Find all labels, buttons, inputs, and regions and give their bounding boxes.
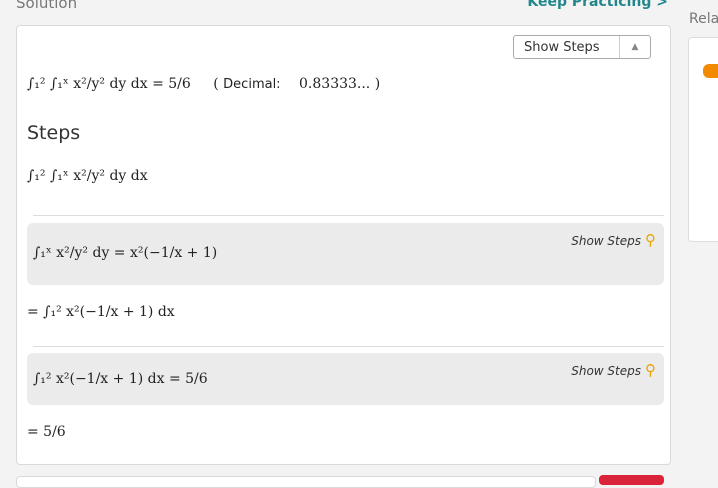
bottom-input[interactable] (16, 476, 596, 488)
key-icon: ⚲ (645, 361, 656, 379)
step-3-math: ∫₁² x²(−1/x + 1) dx = 5/6 (33, 371, 208, 387)
divider (33, 215, 664, 216)
related-heading: Rela (689, 11, 718, 27)
show-steps-select[interactable]: Show Steps ▲ (513, 35, 651, 59)
show-steps-select-value: Show Steps (524, 40, 600, 55)
blogger-icon[interactable] (703, 64, 718, 78)
show-steps-link-2-label: Show Steps (571, 364, 641, 378)
result-row: ∫₁² ∫₁ˣ x²/y² dy dx = 5/6 ( Decimal: 0.8… (27, 76, 380, 92)
related-card (688, 37, 718, 242)
solution-card: Show Steps ▲ ∫₁² ∫₁ˣ x²/y² dy dx = 5/6 (… (16, 25, 671, 465)
steps-expression: ∫₁² ∫₁ˣ x²/y² dy dx (27, 168, 148, 184)
decimal-close-paren: ) (374, 76, 381, 92)
chevron-up-down-icon: ▲ (619, 36, 650, 58)
divider (33, 346, 664, 347)
keep-practicing-link[interactable]: Keep Practicing > (527, 0, 668, 10)
key-icon: ⚲ (645, 231, 656, 249)
decimal-open-paren: ( (213, 76, 219, 92)
step-1-math: ∫₁ˣ x²/y² dy = x²(−1/x + 1) (33, 245, 218, 261)
section-title: Solution (16, 0, 78, 12)
decimal-value: 0.83333... (299, 76, 371, 92)
show-steps-link-1[interactable]: Show Steps ⚲ (571, 231, 656, 249)
step-2: = ∫₁² x²(−1/x + 1) dx (27, 304, 175, 320)
bottom-button[interactable] (599, 475, 664, 485)
decimal-label: Decimal: (223, 77, 281, 92)
step-block-1: ∫₁ˣ x²/y² dy = x²(−1/x + 1) Show Steps ⚲ (27, 223, 664, 285)
final-answer: = 5/6 (27, 424, 66, 440)
step-block-2: ∫₁² x²(−1/x + 1) dx = 5/6 Show Steps ⚲ (27, 353, 664, 405)
show-steps-link-1-label: Show Steps (571, 234, 641, 248)
steps-title: Steps (27, 122, 81, 144)
show-steps-link-2[interactable]: Show Steps ⚲ (571, 361, 656, 379)
result-expression: ∫₁² ∫₁ˣ x²/y² dy dx = 5/6 (27, 76, 191, 92)
